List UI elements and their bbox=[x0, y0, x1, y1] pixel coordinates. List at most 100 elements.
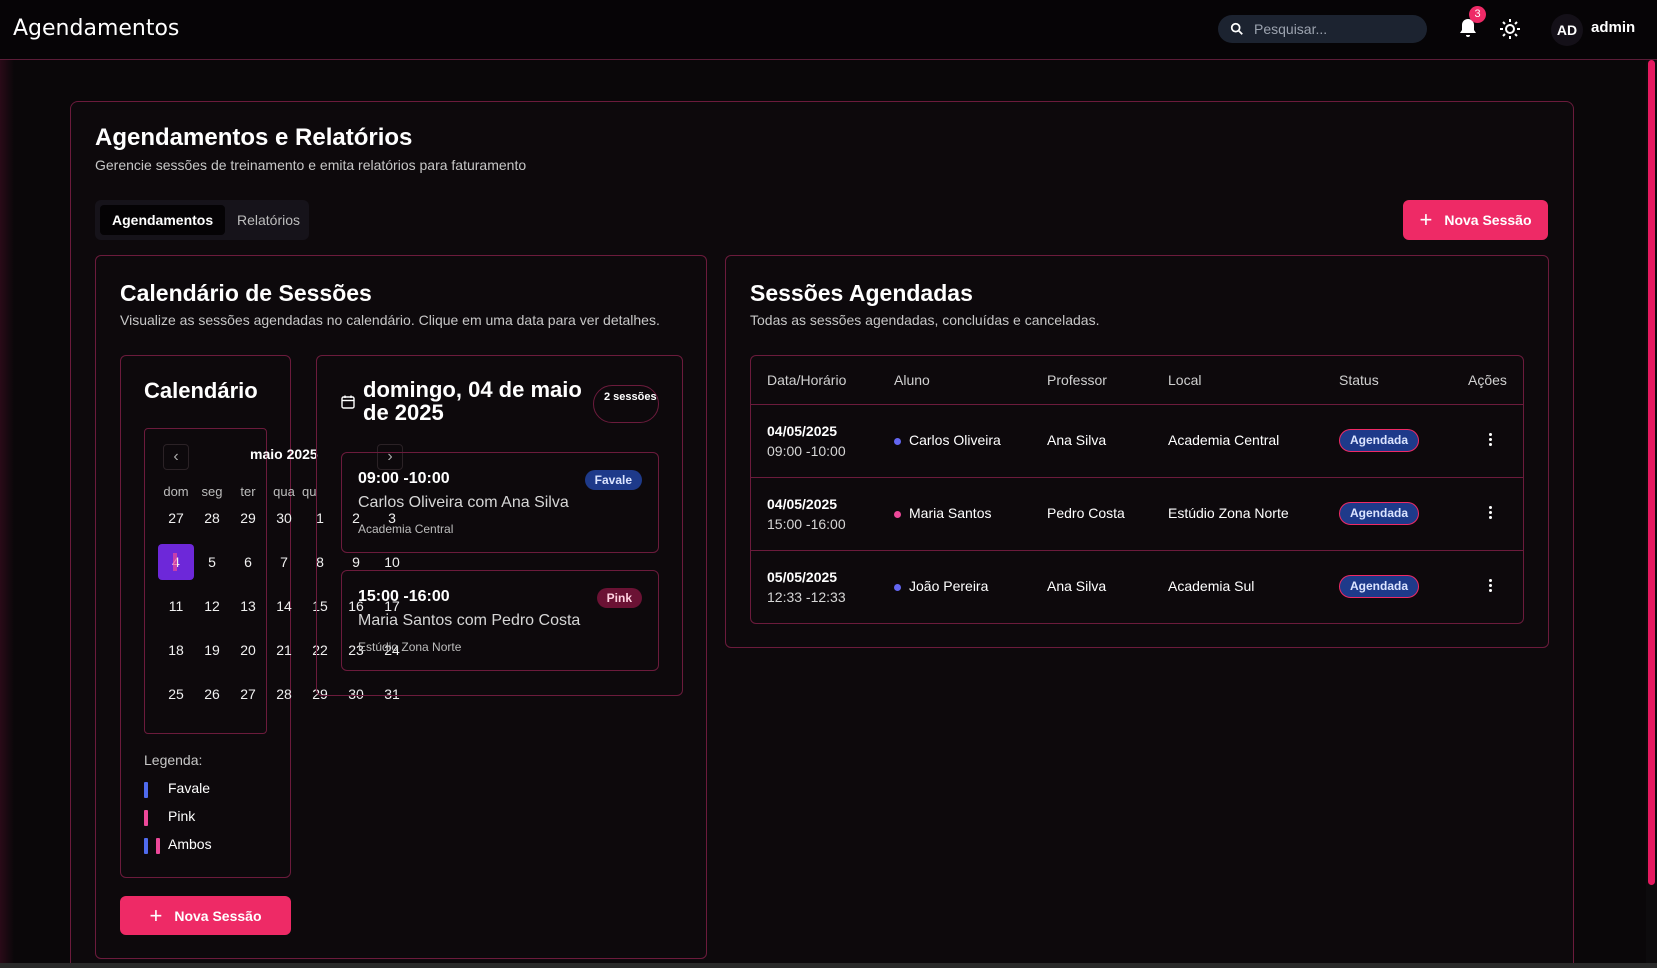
row-student: Maria Santos bbox=[909, 505, 992, 521]
calendar-day[interactable]: 19 bbox=[194, 632, 230, 668]
calendar-day[interactable]: 6 bbox=[230, 544, 266, 580]
search-box[interactable] bbox=[1218, 15, 1427, 43]
legend-swatch bbox=[144, 838, 148, 854]
row-date: 04/05/2025 bbox=[767, 496, 838, 512]
table-row[interactable]: 04/05/2025 15:00 -16:00 Maria Santos Ped… bbox=[751, 477, 1523, 550]
sun-icon[interactable] bbox=[1498, 17, 1522, 41]
calendar-day[interactable]: 30 bbox=[266, 500, 302, 536]
student-dot bbox=[894, 584, 901, 591]
legend-label: Ambos bbox=[168, 836, 212, 852]
sessions-count-badge: 2 sessões bbox=[593, 385, 659, 423]
new-session-button-calendar[interactable]: + Nova Sessão bbox=[120, 896, 291, 935]
scrollbar-thumb[interactable] bbox=[1648, 60, 1655, 885]
calendar-day[interactable]: 11 bbox=[158, 588, 194, 624]
row-date: 04/05/2025 bbox=[767, 423, 838, 439]
weekday-ter: ter bbox=[240, 484, 256, 499]
tab-agendamentos[interactable]: Agendamentos bbox=[100, 205, 226, 235]
calendar-day[interactable]: 21 bbox=[266, 632, 302, 668]
calendar-icon bbox=[341, 395, 355, 409]
calendar-day[interactable]: 18 bbox=[158, 632, 194, 668]
sessions-panel-subtitle: Todas as sessões agendadas, concluídas e… bbox=[750, 312, 1100, 328]
calendar-day[interactable]: 14 bbox=[266, 588, 302, 624]
student-dot bbox=[894, 438, 901, 445]
row-location: Academia Sul bbox=[1168, 578, 1255, 594]
row-time: 15:00 -16:00 bbox=[767, 516, 846, 532]
plus-icon: + bbox=[149, 902, 163, 928]
notification-count-badge: 3 bbox=[1469, 6, 1486, 23]
calendar-panel-subtitle: Visualize as sessões agendadas no calend… bbox=[120, 312, 660, 328]
legend-label: Pink bbox=[168, 808, 196, 824]
session-time: 09:00 -10:00 bbox=[358, 470, 450, 487]
calendar-day[interactable]: 12 bbox=[194, 588, 230, 624]
avatar[interactable]: AD bbox=[1551, 14, 1583, 46]
sessions-panel-title: Sessões Agendadas bbox=[750, 280, 973, 306]
username[interactable]: admin bbox=[1591, 19, 1635, 36]
row-student: Carlos Oliveira bbox=[909, 432, 1001, 448]
more-actions-icon[interactable] bbox=[1489, 579, 1493, 595]
calendar-day[interactable]: 28 bbox=[266, 676, 302, 712]
session-tag: Pink bbox=[596, 588, 642, 608]
chevron-left-icon[interactable]: ‹ bbox=[163, 444, 189, 470]
more-actions-icon[interactable] bbox=[1489, 433, 1493, 449]
session-location: Estúdio Zona Norte bbox=[358, 640, 462, 654]
column-header: Data/Horário bbox=[767, 372, 847, 388]
row-student: João Pereira bbox=[909, 578, 989, 594]
calendar-day[interactable]: 29 bbox=[230, 500, 266, 536]
legend-label: Favale bbox=[168, 780, 211, 796]
legend-swatch bbox=[144, 782, 148, 798]
calendar-panel-title: Calendário de Sessões bbox=[120, 280, 372, 306]
selected-day-title: domingo, 04 de maio de 2025 bbox=[363, 377, 582, 425]
scrollbar[interactable] bbox=[1646, 60, 1657, 968]
session-participants: Maria Santos com Pedro Costa bbox=[358, 612, 581, 629]
sessions-table: Data/Horário Aluno Professor Local Statu… bbox=[750, 355, 1524, 624]
page-title: Agendamentos e Relatórios bbox=[95, 124, 413, 151]
bottom-edge bbox=[0, 963, 1657, 968]
session-time: 15:00 -16:00 bbox=[358, 588, 450, 605]
calendar-day[interactable]: 27 bbox=[230, 676, 266, 712]
tab-list: Agendamentos Relatórios bbox=[95, 200, 309, 240]
page-subtitle: Gerencie sessões de treinamento e emita … bbox=[95, 157, 527, 173]
row-date: 05/05/2025 bbox=[767, 569, 838, 585]
session-card[interactable]: 09:00 -10:00 Carlos Oliveira com Ana Sil… bbox=[341, 452, 659, 553]
new-session-button[interactable]: + Nova Sessão bbox=[1403, 200, 1548, 240]
calendar-day[interactable]: 27 bbox=[158, 500, 194, 536]
column-header: Aluno bbox=[894, 372, 930, 388]
student-dot bbox=[894, 511, 901, 518]
table-row[interactable]: 04/05/2025 09:00 -10:00 Carlos Oliveira … bbox=[751, 404, 1523, 477]
row-location: Estúdio Zona Norte bbox=[1168, 505, 1289, 521]
row-teacher: Ana Silva bbox=[1047, 432, 1107, 448]
session-location: Academia Central bbox=[358, 522, 454, 536]
search-input[interactable] bbox=[1254, 18, 1414, 40]
session-card[interactable]: 15:00 -16:00 Maria Santos com Pedro Cost… bbox=[341, 570, 659, 671]
row-time: 09:00 -10:00 bbox=[767, 443, 846, 459]
calendar-day[interactable]: 20 bbox=[230, 632, 266, 668]
calendar-day[interactable]: 7 bbox=[266, 544, 302, 580]
weekday-dom: dom bbox=[163, 484, 189, 499]
calendar-day[interactable]: 5 bbox=[194, 544, 230, 580]
table-row[interactable]: 05/05/2025 12:33 -12:33 João Pereira Ana… bbox=[751, 550, 1523, 623]
column-header: Professor bbox=[1047, 372, 1107, 388]
row-location: Academia Central bbox=[1168, 432, 1280, 448]
legend-swatch bbox=[144, 810, 148, 826]
new-session-label: Nova Sessão bbox=[174, 907, 262, 924]
calendar-day[interactable]: 13 bbox=[230, 588, 266, 624]
status-badge: Agendada bbox=[1339, 575, 1420, 598]
row-time: 12:33 -12:33 bbox=[767, 589, 846, 605]
session-tag: Favale bbox=[584, 470, 642, 490]
row-teacher: Pedro Costa bbox=[1047, 505, 1125, 521]
calendar-day[interactable]: 25 bbox=[158, 676, 194, 712]
weekday-qua: qua bbox=[273, 484, 295, 499]
session-participants: Carlos Oliveira com Ana Silva bbox=[358, 494, 569, 511]
calendar-day-selected[interactable]: 4 bbox=[158, 544, 194, 580]
top-bar: Agendamentos 3 AD admin bbox=[0, 0, 1657, 60]
legend-swatch bbox=[156, 838, 160, 854]
more-actions-icon[interactable] bbox=[1489, 506, 1493, 522]
weekday-qui: qui bbox=[302, 484, 316, 499]
status-badge: Agendada bbox=[1339, 429, 1420, 452]
legend-title: Legenda: bbox=[144, 752, 203, 768]
tab-relatorios[interactable]: Relatórios bbox=[225, 205, 312, 235]
calendar-day[interactable]: 26 bbox=[194, 676, 230, 712]
row-teacher: Ana Silva bbox=[1047, 578, 1107, 594]
calendar-day[interactable]: 28 bbox=[194, 500, 230, 536]
new-session-label: Nova Sessão bbox=[1444, 212, 1532, 228]
